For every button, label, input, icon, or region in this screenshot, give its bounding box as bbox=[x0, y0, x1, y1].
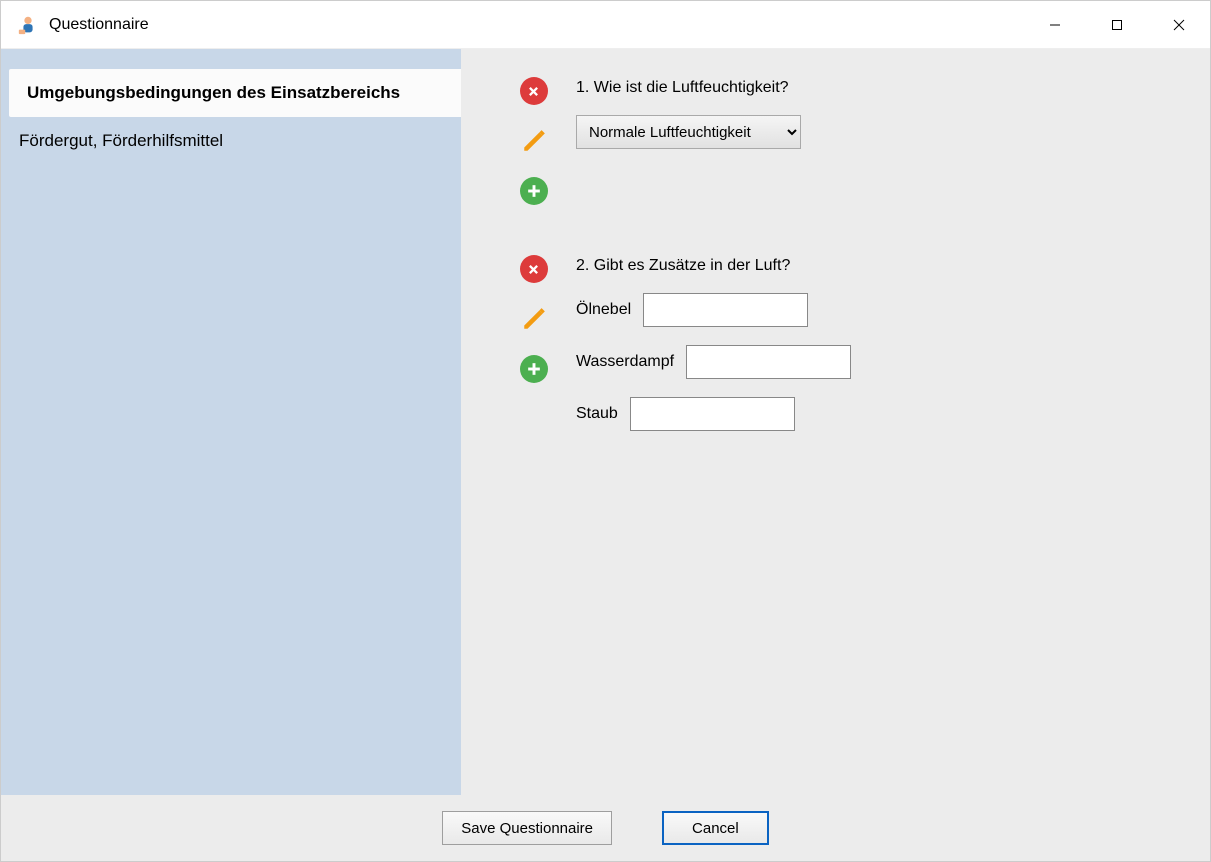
question-title: 2. Gibt es Zusätze in der Luft? bbox=[576, 257, 1180, 275]
edit-question-button[interactable] bbox=[520, 305, 548, 333]
action-bar: Save Questionnaire Cancel bbox=[1, 795, 1210, 861]
sidebar-item-label: Umgebungsbedingungen des Einsatzbereichs bbox=[27, 83, 400, 102]
question-title: 1. Wie ist die Luftfeuchtigkeit? bbox=[576, 79, 1180, 97]
question-toolbar bbox=[491, 255, 576, 449]
maximize-button[interactable] bbox=[1086, 1, 1148, 49]
delete-question-button[interactable] bbox=[520, 77, 548, 105]
question-panel: 1. Wie ist die Luftfeuchtigkeit? Normale… bbox=[461, 49, 1210, 795]
category-sidebar: Umgebungsbedingungen des Einsatzbereichs… bbox=[1, 49, 461, 795]
close-window-button[interactable] bbox=[1148, 1, 1210, 49]
question-toolbar bbox=[491, 77, 576, 205]
minimize-button[interactable] bbox=[1024, 1, 1086, 49]
field-label-oelnebel: Ölnebel bbox=[576, 301, 631, 319]
wasserdampf-input[interactable] bbox=[686, 345, 851, 379]
cancel-button[interactable]: Cancel bbox=[662, 811, 769, 845]
oelnebel-input[interactable] bbox=[643, 293, 808, 327]
field-label-wasserdampf: Wasserdampf bbox=[576, 353, 674, 371]
sidebar-item-foerdergut[interactable]: Fördergut, Förderhilfsmittel bbox=[1, 117, 461, 165]
sidebar-item-umgebungsbedingungen[interactable]: Umgebungsbedingungen des Einsatzbereichs bbox=[9, 69, 461, 117]
delete-question-button[interactable] bbox=[520, 255, 548, 283]
window-title: Questionnaire bbox=[49, 16, 149, 34]
edit-question-button[interactable] bbox=[520, 127, 548, 155]
sidebar-item-label: Fördergut, Förderhilfsmittel bbox=[19, 131, 223, 150]
field-label-staub: Staub bbox=[576, 405, 618, 423]
add-question-button[interactable] bbox=[520, 355, 548, 383]
save-questionnaire-button[interactable]: Save Questionnaire bbox=[442, 811, 612, 845]
app-icon bbox=[17, 14, 39, 36]
humidity-select[interactable]: Normale Luftfeuchtigkeit bbox=[576, 115, 801, 149]
add-question-button[interactable] bbox=[520, 177, 548, 205]
question-row: 1. Wie ist die Luftfeuchtigkeit? Normale… bbox=[491, 77, 1180, 205]
staub-input[interactable] bbox=[630, 397, 795, 431]
title-bar: Questionnaire bbox=[1, 1, 1210, 49]
question-row: 2. Gibt es Zusätze in der Luft? Ölnebel … bbox=[491, 255, 1180, 449]
